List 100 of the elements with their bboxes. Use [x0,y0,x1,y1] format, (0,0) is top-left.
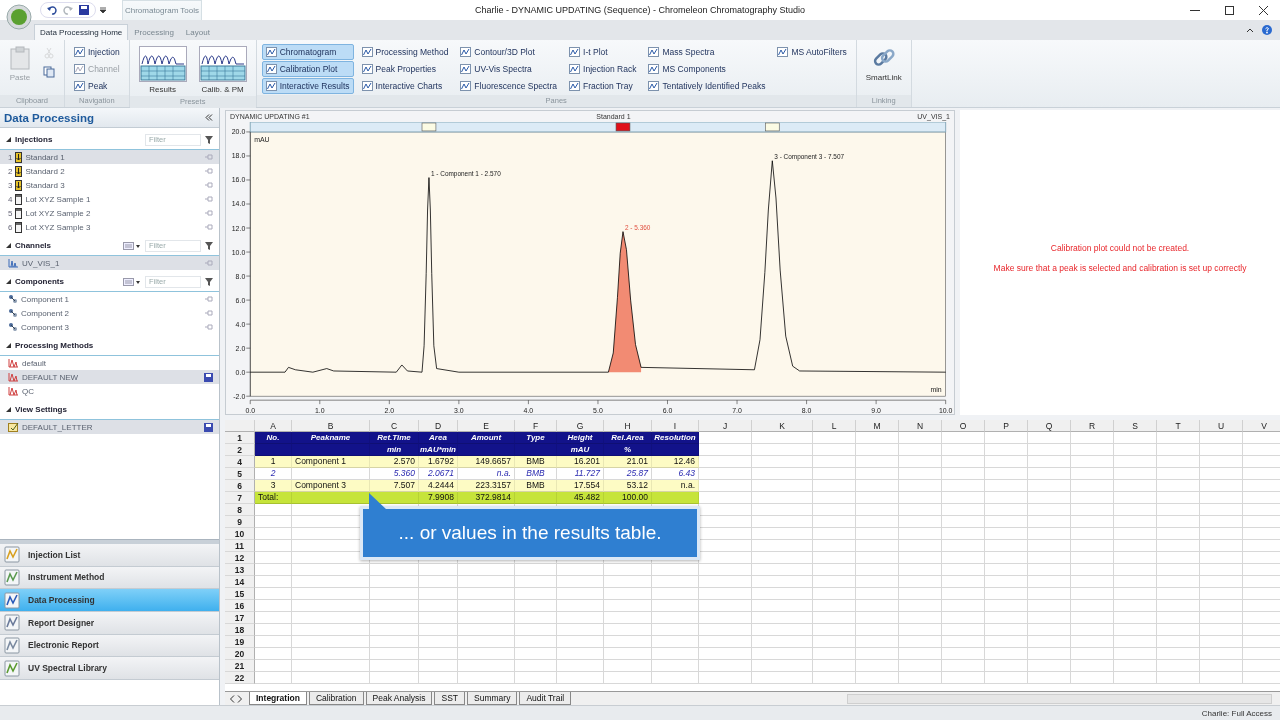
tree-item[interactable]: DEFAULT NEW [0,370,219,384]
column-header[interactable]: F [515,420,557,432]
module-button[interactable]: Data Processing [0,589,219,612]
column-header[interactable]: D [419,420,458,432]
row-header[interactable]: 14 [225,576,255,588]
module-button[interactable]: Instrument Method [0,566,219,590]
tree-item[interactable]: Component 1 [0,292,219,306]
previous-sheet-icon[interactable] [229,694,235,703]
row-header[interactable]: 20 [225,648,255,660]
pane-toggle[interactable]: Injection Rack [565,61,641,77]
pin-icon[interactable] [205,196,213,202]
column-header[interactable]: K [752,420,813,432]
column-header[interactable]: N [899,420,942,432]
funnel-icon[interactable] [205,241,213,250]
column-header[interactable]: S [1114,420,1157,432]
column-header[interactable]: T [1157,420,1200,432]
preset-button[interactable]: Calib. & PM [194,44,251,96]
expand-arrow-icon[interactable] [6,279,11,284]
row-header[interactable]: 17 [225,612,255,624]
save-icon[interactable] [204,372,213,382]
tree-item[interactable]: default [0,356,219,370]
expand-arrow-icon[interactable] [6,243,11,248]
row-header[interactable]: 9 [225,516,255,528]
pane-toggle[interactable]: Calibration Plot [261,61,354,77]
column-header[interactable]: C [370,420,419,432]
expand-arrow-icon[interactable] [6,343,11,348]
column-header[interactable]: B [292,420,370,432]
row-header[interactable]: 13 [225,564,255,576]
row-header[interactable]: 22 [225,672,255,684]
pin-icon[interactable] [205,168,213,174]
pane-toggle[interactable]: Fluorescence Spectra [456,78,562,94]
row-header[interactable]: 15 [225,588,255,600]
tree-item[interactable]: 3 Standard 3 [0,178,219,192]
column-header[interactable]: U [1200,420,1243,432]
funnel-icon[interactable] [205,135,213,144]
column-header[interactable]: L [813,420,856,432]
tree-item[interactable]: 1 Standard 1 [0,150,219,164]
navigation-button[interactable]: Peak [70,78,124,94]
pane-toggle[interactable]: I-t Plot [565,44,641,60]
sheet-tab[interactable]: Peak Analysis [365,692,433,705]
column-header[interactable]: M [856,420,899,432]
pane-toggle[interactable]: MS AutoFilters [773,44,851,60]
row-header[interactable]: 21 [225,660,255,672]
pane-toggle[interactable]: Mass Spectra [644,44,770,60]
tree-item[interactable]: QC [0,384,219,398]
next-sheet-icon[interactable] [237,694,243,703]
pin-icon[interactable] [205,296,213,302]
row-header[interactable]: 7 [225,492,255,504]
row-header[interactable]: 6 [225,480,255,492]
row-header[interactable]: 19 [225,636,255,648]
pane-toggle[interactable]: UV-Vis Spectra [456,61,562,77]
sheet-tab[interactable]: SST [434,692,465,705]
column-header[interactable]: P [985,420,1028,432]
smartlink-button[interactable]: SmartLink [861,44,906,84]
column-header[interactable]: G [557,420,604,432]
pin-icon[interactable] [205,224,213,230]
tree-item[interactable]: 4 Lot XYZ Sample 1 [0,192,219,206]
sheet-tab[interactable]: Summary [467,692,518,705]
pane-toggle[interactable]: Contour/3D Plot [456,44,562,60]
column-header[interactable]: H [604,420,652,432]
view-menu-icon[interactable] [123,241,141,250]
column-header[interactable]: O [942,420,985,432]
row-header[interactable]: 16 [225,600,255,612]
save-icon[interactable] [79,5,89,15]
redo-icon[interactable] [63,5,73,15]
undo-icon[interactable] [47,5,57,15]
ribbon-tab[interactable]: Data Processing Home [34,24,129,40]
pane-toggle[interactable]: Interactive Charts [357,78,453,94]
module-button[interactable]: Report Designer [0,611,219,635]
tree-item[interactable]: UV_VIS_1 [0,256,219,270]
help-icon[interactable] [1262,25,1272,35]
preset-button[interactable]: Results [134,44,191,96]
pin-icon[interactable] [205,310,213,316]
sheet-tab[interactable]: Integration [249,692,307,705]
row-header[interactable]: 2 [225,444,255,456]
row-header[interactable]: 5 [225,468,255,480]
navigation-button[interactable]: Injection [70,44,124,60]
row-header[interactable]: 11 [225,540,255,552]
pane-toggle[interactable]: Processing Method [357,44,453,60]
module-button[interactable]: Injection List [0,543,219,567]
column-header[interactable]: I [652,420,699,432]
expand-arrow-icon[interactable] [6,407,11,412]
module-button[interactable]: Electronic Report [0,634,219,658]
collapse-icon[interactable] [205,114,213,121]
collapse-ribbon-icon[interactable] [1246,27,1254,33]
sheet-tab[interactable]: Calibration [308,692,364,705]
horizontal-scrollbar[interactable] [847,693,1272,704]
peak-marker[interactable] [765,122,780,132]
peak-marker[interactable] [421,122,437,132]
pin-icon[interactable] [205,182,213,188]
row-header[interactable]: 12 [225,552,255,564]
column-header[interactable]: R [1071,420,1114,432]
pin-icon[interactable] [205,324,213,330]
column-header[interactable]: V [1243,420,1280,432]
tree-item[interactable]: Component 2 [0,306,219,320]
caret-icon[interactable] [100,7,106,13]
funnel-icon[interactable] [205,277,213,286]
view-menu-icon[interactable] [123,277,141,286]
pane-toggle[interactable]: Tentatively Identified Peaks [644,78,770,94]
row-header[interactable]: 4 [225,456,255,468]
